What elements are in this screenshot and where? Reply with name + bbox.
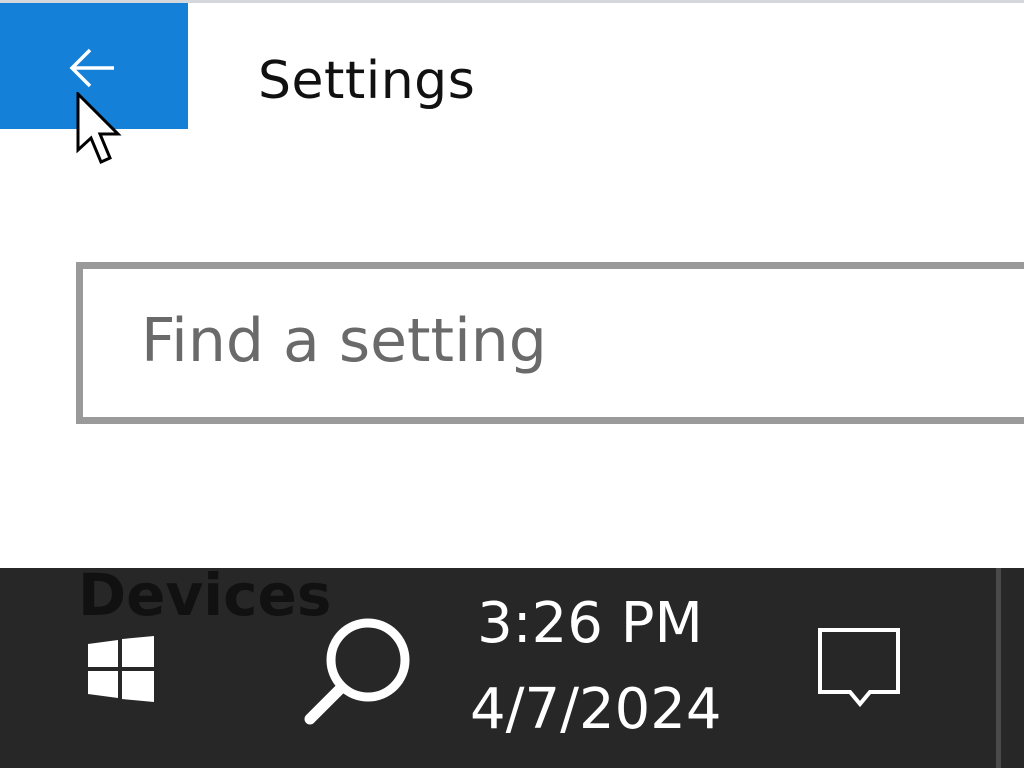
clock-date: 4/7/2024 (470, 677, 722, 742)
windows-logo-icon (88, 636, 154, 702)
section-heading-devices: Devices (78, 561, 332, 629)
clock-time: 3:26 PM (477, 591, 703, 656)
start-button[interactable] (60, 614, 180, 734)
search-placeholder: Find a setting (141, 306, 547, 376)
page-title: Settings (258, 51, 476, 111)
action-center-icon (818, 628, 900, 708)
back-button[interactable] (0, 3, 188, 129)
search-input[interactable]: Find a setting (76, 262, 1024, 424)
taskbar-clock[interactable]: 3:26 PM 4/7/2024 (470, 591, 722, 742)
arrow-left-icon (69, 48, 114, 88)
action-center-button[interactable] (812, 622, 908, 718)
show-desktop-divider[interactable] (996, 568, 1001, 768)
settings-window: Settings Find a setting (0, 0, 1024, 568)
